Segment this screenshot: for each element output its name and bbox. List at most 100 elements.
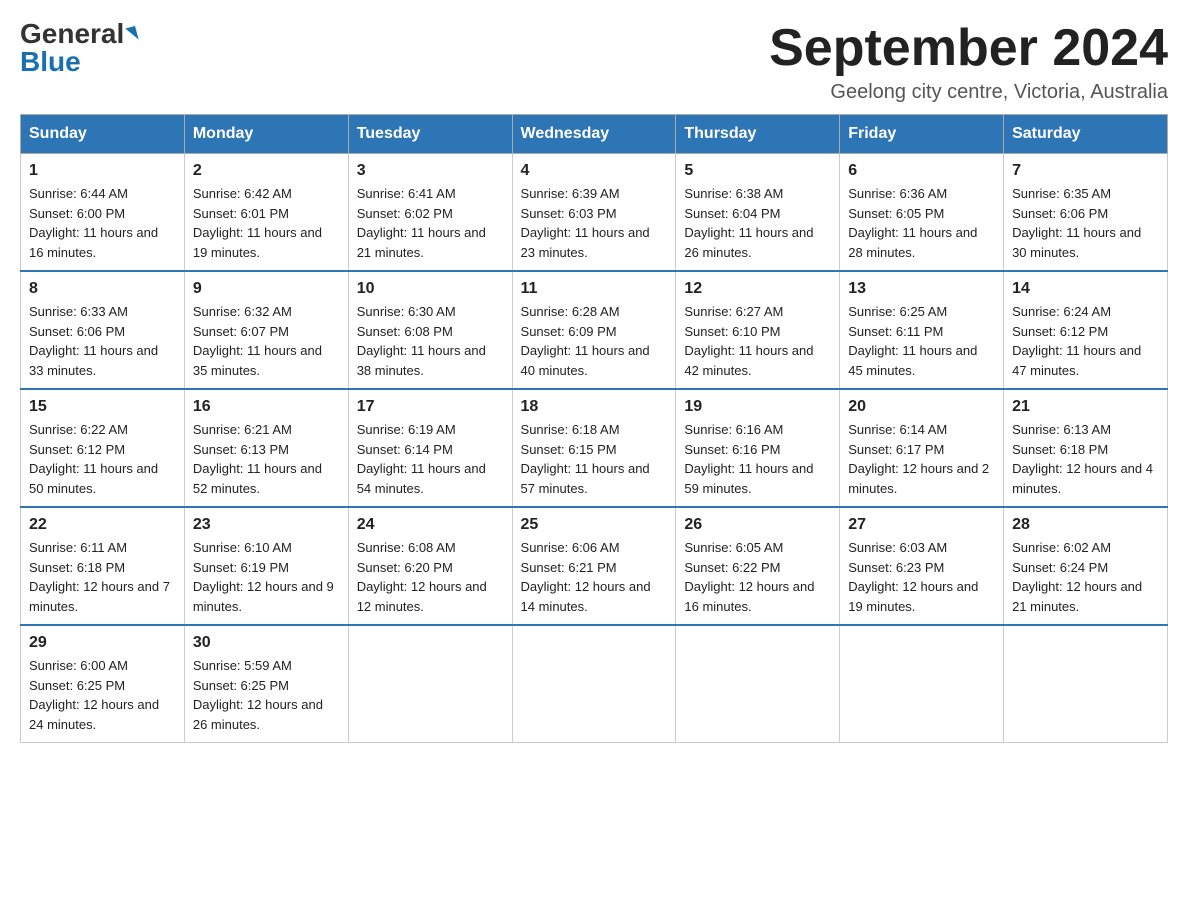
day-info: Sunrise: 6:32 AM Sunset: 6:07 PM Dayligh… [193, 302, 340, 380]
calendar-table: Sunday Monday Tuesday Wednesday Thursday… [20, 114, 1168, 743]
header-wednesday: Wednesday [512, 115, 676, 154]
day-info: Sunrise: 6:36 AM Sunset: 6:05 PM Dayligh… [848, 184, 995, 262]
day-info: Sunrise: 6:08 AM Sunset: 6:20 PM Dayligh… [357, 538, 504, 616]
day-number: 4 [521, 162, 668, 180]
calendar-cell: 30 Sunrise: 5:59 AM Sunset: 6:25 PM Dayl… [184, 625, 348, 743]
day-info: Sunrise: 6:21 AM Sunset: 6:13 PM Dayligh… [193, 420, 340, 498]
day-number: 3 [357, 162, 504, 180]
calendar-cell: 3 Sunrise: 6:41 AM Sunset: 6:02 PM Dayli… [348, 154, 512, 272]
day-number: 24 [357, 516, 504, 534]
day-number: 12 [684, 280, 831, 298]
day-info: Sunrise: 6:18 AM Sunset: 6:15 PM Dayligh… [521, 420, 668, 498]
day-number: 21 [1012, 398, 1159, 416]
calendar-cell [1004, 625, 1168, 743]
calendar-cell: 14 Sunrise: 6:24 AM Sunset: 6:12 PM Dayl… [1004, 271, 1168, 389]
day-number: 27 [848, 516, 995, 534]
calendar-header-row: Sunday Monday Tuesday Wednesday Thursday… [21, 115, 1168, 154]
day-info: Sunrise: 6:13 AM Sunset: 6:18 PM Dayligh… [1012, 420, 1159, 498]
day-info: Sunrise: 6:14 AM Sunset: 6:17 PM Dayligh… [848, 420, 995, 498]
calendar-cell: 11 Sunrise: 6:28 AM Sunset: 6:09 PM Dayl… [512, 271, 676, 389]
day-info: Sunrise: 6:11 AM Sunset: 6:18 PM Dayligh… [29, 538, 176, 616]
calendar-cell: 15 Sunrise: 6:22 AM Sunset: 6:12 PM Dayl… [21, 389, 185, 507]
day-number: 1 [29, 162, 176, 180]
day-info: Sunrise: 6:35 AM Sunset: 6:06 PM Dayligh… [1012, 184, 1159, 262]
header-monday: Monday [184, 115, 348, 154]
header-friday: Friday [840, 115, 1004, 154]
calendar-cell: 17 Sunrise: 6:19 AM Sunset: 6:14 PM Dayl… [348, 389, 512, 507]
calendar-cell [348, 625, 512, 743]
day-number: 23 [193, 516, 340, 534]
day-info: Sunrise: 6:22 AM Sunset: 6:12 PM Dayligh… [29, 420, 176, 498]
calendar-cell: 28 Sunrise: 6:02 AM Sunset: 6:24 PM Dayl… [1004, 507, 1168, 625]
day-info: Sunrise: 6:41 AM Sunset: 6:02 PM Dayligh… [357, 184, 504, 262]
day-number: 19 [684, 398, 831, 416]
header-saturday: Saturday [1004, 115, 1168, 154]
day-number: 5 [684, 162, 831, 180]
day-number: 11 [521, 280, 668, 298]
location-text: Geelong city centre, Victoria, Australia [769, 81, 1168, 104]
calendar-cell: 6 Sunrise: 6:36 AM Sunset: 6:05 PM Dayli… [840, 154, 1004, 272]
day-number: 16 [193, 398, 340, 416]
calendar-cell: 10 Sunrise: 6:30 AM Sunset: 6:08 PM Dayl… [348, 271, 512, 389]
day-info: Sunrise: 5:59 AM Sunset: 6:25 PM Dayligh… [193, 656, 340, 734]
day-info: Sunrise: 6:16 AM Sunset: 6:16 PM Dayligh… [684, 420, 831, 498]
calendar-cell: 12 Sunrise: 6:27 AM Sunset: 6:10 PM Dayl… [676, 271, 840, 389]
day-info: Sunrise: 6:39 AM Sunset: 6:03 PM Dayligh… [521, 184, 668, 262]
day-info: Sunrise: 6:27 AM Sunset: 6:10 PM Dayligh… [684, 302, 831, 380]
day-info: Sunrise: 6:02 AM Sunset: 6:24 PM Dayligh… [1012, 538, 1159, 616]
month-title: September 2024 [769, 20, 1168, 77]
page-header: General Blue September 2024 Geelong city… [20, 20, 1168, 104]
day-number: 18 [521, 398, 668, 416]
logo-general-text: General [20, 20, 124, 48]
day-number: 30 [193, 634, 340, 652]
calendar-cell: 22 Sunrise: 6:11 AM Sunset: 6:18 PM Dayl… [21, 507, 185, 625]
day-number: 22 [29, 516, 176, 534]
calendar-cell [840, 625, 1004, 743]
day-info: Sunrise: 6:25 AM Sunset: 6:11 PM Dayligh… [848, 302, 995, 380]
calendar-cell [676, 625, 840, 743]
day-info: Sunrise: 6:06 AM Sunset: 6:21 PM Dayligh… [521, 538, 668, 616]
day-number: 7 [1012, 162, 1159, 180]
day-number: 15 [29, 398, 176, 416]
day-number: 29 [29, 634, 176, 652]
title-section: September 2024 Geelong city centre, Vict… [769, 20, 1168, 104]
day-info: Sunrise: 6:03 AM Sunset: 6:23 PM Dayligh… [848, 538, 995, 616]
calendar-cell: 9 Sunrise: 6:32 AM Sunset: 6:07 PM Dayli… [184, 271, 348, 389]
logo-triangle-icon [126, 26, 139, 42]
day-info: Sunrise: 6:30 AM Sunset: 6:08 PM Dayligh… [357, 302, 504, 380]
calendar-cell: 18 Sunrise: 6:18 AM Sunset: 6:15 PM Dayl… [512, 389, 676, 507]
day-number: 25 [521, 516, 668, 534]
day-number: 9 [193, 280, 340, 298]
calendar-cell: 25 Sunrise: 6:06 AM Sunset: 6:21 PM Dayl… [512, 507, 676, 625]
calendar-cell: 8 Sunrise: 6:33 AM Sunset: 6:06 PM Dayli… [21, 271, 185, 389]
day-number: 8 [29, 280, 176, 298]
day-info: Sunrise: 6:38 AM Sunset: 6:04 PM Dayligh… [684, 184, 831, 262]
day-number: 10 [357, 280, 504, 298]
header-thursday: Thursday [676, 115, 840, 154]
day-info: Sunrise: 6:05 AM Sunset: 6:22 PM Dayligh… [684, 538, 831, 616]
calendar-cell: 24 Sunrise: 6:08 AM Sunset: 6:20 PM Dayl… [348, 507, 512, 625]
calendar-cell: 7 Sunrise: 6:35 AM Sunset: 6:06 PM Dayli… [1004, 154, 1168, 272]
day-info: Sunrise: 6:42 AM Sunset: 6:01 PM Dayligh… [193, 184, 340, 262]
day-info: Sunrise: 6:10 AM Sunset: 6:19 PM Dayligh… [193, 538, 340, 616]
logo: General Blue [20, 20, 137, 76]
header-sunday: Sunday [21, 115, 185, 154]
logo-blue-text: Blue [20, 46, 81, 77]
day-info: Sunrise: 6:19 AM Sunset: 6:14 PM Dayligh… [357, 420, 504, 498]
day-number: 6 [848, 162, 995, 180]
day-info: Sunrise: 6:44 AM Sunset: 6:00 PM Dayligh… [29, 184, 176, 262]
day-number: 26 [684, 516, 831, 534]
calendar-cell: 1 Sunrise: 6:44 AM Sunset: 6:00 PM Dayli… [21, 154, 185, 272]
calendar-cell: 29 Sunrise: 6:00 AM Sunset: 6:25 PM Dayl… [21, 625, 185, 743]
day-number: 20 [848, 398, 995, 416]
calendar-cell: 20 Sunrise: 6:14 AM Sunset: 6:17 PM Dayl… [840, 389, 1004, 507]
header-tuesday: Tuesday [348, 115, 512, 154]
calendar-cell: 16 Sunrise: 6:21 AM Sunset: 6:13 PM Dayl… [184, 389, 348, 507]
calendar-cell: 19 Sunrise: 6:16 AM Sunset: 6:16 PM Dayl… [676, 389, 840, 507]
calendar-cell: 4 Sunrise: 6:39 AM Sunset: 6:03 PM Dayli… [512, 154, 676, 272]
day-number: 14 [1012, 280, 1159, 298]
calendar-cell [512, 625, 676, 743]
calendar-cell: 26 Sunrise: 6:05 AM Sunset: 6:22 PM Dayl… [676, 507, 840, 625]
calendar-cell: 27 Sunrise: 6:03 AM Sunset: 6:23 PM Dayl… [840, 507, 1004, 625]
day-number: 2 [193, 162, 340, 180]
